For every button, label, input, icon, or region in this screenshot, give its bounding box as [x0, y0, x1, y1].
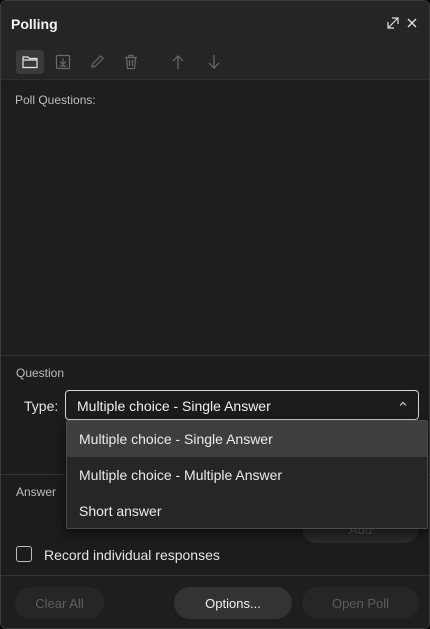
import-icon[interactable] — [49, 50, 77, 74]
type-select[interactable]: Multiple choice - Single Answer — [65, 390, 419, 420]
polling-window: Polling Poll Questions: Question Type: M… — [0, 0, 430, 629]
type-label: Type: — [24, 398, 59, 414]
chevron-up-icon — [398, 399, 408, 409]
question-section-label: Question — [16, 366, 65, 380]
arrow-up-icon[interactable] — [164, 50, 192, 74]
close-icon[interactable] — [404, 15, 420, 31]
answer-section-label: Answer — [16, 485, 57, 499]
clear-all-button[interactable]: Clear All — [15, 587, 104, 619]
record-responses-checkbox[interactable] — [16, 546, 32, 562]
edit-icon[interactable] — [83, 50, 111, 74]
options-button[interactable]: Options... — [174, 587, 292, 619]
dropdown-option-short-answer[interactable]: Short answer — [67, 493, 427, 529]
poll-questions-label: Poll Questions: — [15, 93, 96, 107]
type-select-value: Multiple choice - Single Answer — [77, 398, 271, 414]
record-responses-label: Record individual responses — [44, 547, 220, 563]
title-bar: Polling — [1, 1, 429, 45]
dropdown-option-single-answer[interactable]: Multiple choice - Single Answer — [67, 421, 427, 457]
restore-icon[interactable] — [385, 15, 401, 31]
type-dropdown-menu: Multiple choice - Single Answer Multiple… — [66, 420, 428, 529]
dropdown-option-multiple-answer[interactable]: Multiple choice - Multiple Answer — [67, 457, 427, 493]
folder-icon[interactable] — [16, 50, 44, 74]
footer: Clear All Options... Open Poll — [1, 575, 429, 628]
open-poll-button[interactable]: Open Poll — [302, 587, 419, 619]
trash-icon[interactable] — [117, 50, 145, 74]
arrow-down-icon[interactable] — [200, 50, 228, 74]
poll-questions-list[interactable]: Poll Questions: — [1, 81, 429, 356]
toolbar — [1, 45, 429, 80]
window-title: Polling — [11, 16, 58, 32]
